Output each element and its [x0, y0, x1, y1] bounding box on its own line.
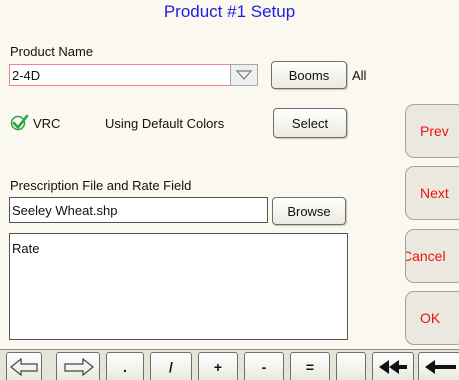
select-colors-button[interactable]: Select [273, 108, 347, 138]
dot-key[interactable]: . [106, 352, 144, 380]
prescription-file-value: Seeley Wheat.shp [12, 202, 118, 218]
arrow-left-key[interactable] [6, 352, 42, 380]
slash-key[interactable]: / [150, 352, 192, 380]
backspace-key[interactable] [418, 352, 459, 380]
cancel-button[interactable]: Cancel [405, 229, 459, 283]
double-arrow-left-icon [379, 360, 407, 374]
prescription-label: Prescription File and Rate Field [10, 178, 192, 193]
booms-value: All [352, 68, 367, 83]
rate-field-item[interactable]: Rate [12, 241, 39, 256]
booms-button[interactable]: Booms [271, 61, 347, 89]
colors-status-text: Using Default Colors [105, 116, 225, 131]
product-name-value: 2-4D [12, 67, 41, 83]
arrow-left-icon [10, 357, 38, 377]
vrc-label: VRC [33, 116, 61, 131]
backspace-arrow-icon [425, 360, 456, 374]
product-name-input[interactable]: 2-4D [9, 64, 231, 86]
plus-key[interactable]: + [198, 352, 238, 380]
check-icon [10, 114, 29, 131]
arrow-right-key[interactable] [56, 352, 100, 380]
equals-key[interactable]: = [290, 352, 330, 380]
product-dropdown-button[interactable] [230, 64, 258, 86]
rate-field-list[interactable]: Rate [9, 233, 348, 340]
next-button[interactable]: Next [405, 166, 459, 220]
on-screen-keyboard: . / + - = [0, 349, 459, 380]
prev-button[interactable]: Prev [405, 104, 459, 158]
product-name-label: Product Name [10, 44, 94, 59]
prescription-file-input[interactable]: Seeley Wheat.shp [9, 197, 268, 223]
arrow-right-icon [64, 357, 94, 377]
browse-button[interactable]: Browse [272, 197, 346, 225]
delete-word-key[interactable] [372, 352, 414, 380]
vrc-checkbox[interactable] [10, 114, 32, 132]
chevron-down-icon [236, 70, 252, 80]
ok-button[interactable]: OK [405, 291, 459, 345]
blank-key[interactable] [336, 352, 366, 380]
page-title: Product #1 Setup [163, 2, 296, 21]
minus-key[interactable]: - [244, 352, 284, 380]
